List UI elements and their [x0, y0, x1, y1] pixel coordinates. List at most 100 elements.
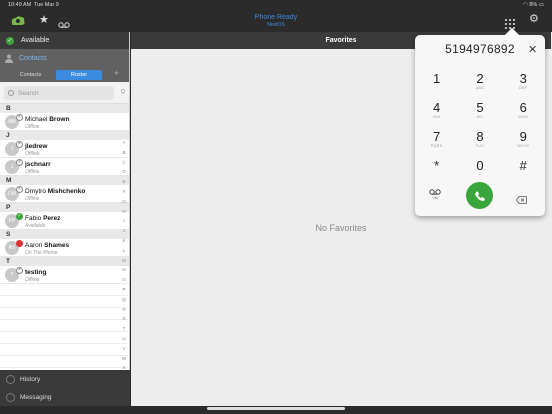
search-input[interactable]: Search [4, 86, 114, 100]
index-letter[interactable]: W [118, 354, 130, 364]
index-letter[interactable]: V [118, 344, 130, 354]
keypad-key[interactable]: 1 [415, 71, 458, 100]
search-placeholder: Search [18, 89, 39, 97]
index-letter[interactable]: O [118, 275, 130, 285]
section-header-letter: M [0, 176, 129, 185]
nav-messaging[interactable]: Messaging [0, 388, 130, 406]
index-letter[interactable]: K [118, 236, 130, 246]
index-letter[interactable]: N [118, 265, 130, 275]
contact-first-name: Michael [25, 116, 50, 123]
contact-last-name: testing [25, 269, 47, 276]
contact-last-name: Brown [49, 116, 70, 123]
nav-history[interactable]: History [0, 370, 130, 388]
backspace-icon [516, 196, 527, 204]
contact-list: B MB × Michael Brown Offline J J × jledrew Offlin… [0, 104, 129, 368]
index-letter[interactable]: A [118, 138, 130, 148]
keypad-key[interactable]: 8 TUV [458, 129, 501, 158]
contact-status-text: Available [25, 223, 46, 229]
status-date: Tue Mar 9 [34, 2, 59, 8]
presence-status-icon: × [16, 114, 23, 121]
index-letter[interactable]: F [118, 187, 130, 197]
home-indicator[interactable] [207, 407, 345, 410]
index-letter[interactable]: M [118, 256, 130, 266]
keypad-key[interactable]: 4 GHI [415, 100, 458, 129]
contact-last-name: jschnarr [25, 161, 51, 168]
battery-level: ◠ 8% ▭ [523, 2, 544, 8]
keypad-key[interactable]: 3 DEF [502, 71, 545, 100]
battery-percent: 8% [529, 2, 538, 8]
backspace-button[interactable] [516, 191, 527, 209]
contact-last-name: Shames [44, 242, 70, 249]
contact-row[interactable]: FP ✓ Fabio Perez Available [0, 212, 129, 230]
keypad-key[interactable]: 6 MNO [502, 100, 545, 129]
keypad-row: 1 2 ABC 3 DEF [415, 71, 545, 100]
key-letters: WXYZ [517, 144, 530, 148]
contact-last-name: jledrew [25, 143, 48, 150]
keypad-key[interactable]: 9 WXYZ [502, 129, 545, 158]
bottom-nav: History Messaging [0, 370, 130, 406]
keypad-row: 7 PQRS 8 TUV 9 WXYZ [415, 129, 545, 158]
contact-name: testing [25, 269, 46, 276]
section-header-letter: S [0, 230, 129, 239]
key-digit: 0 [476, 158, 484, 173]
contact-row[interactable]: DM × Dmytro Mishchenko Offline [0, 185, 129, 203]
segment-contacts[interactable]: Contacts [8, 70, 53, 80]
battery-icon: ▭ [538, 2, 544, 8]
segment-roster[interactable]: Roster [56, 70, 102, 80]
index-letter[interactable]: T [118, 324, 130, 334]
key-digit: 1 [433, 71, 441, 86]
key-letters: JKL [476, 115, 484, 119]
top-toolbar: ★ Phone Ready NextOS ⚙ [0, 10, 552, 32]
contact-row[interactable]: J × jschnarr Offline [0, 158, 129, 176]
clear-number-close-icon[interactable]: ✕ [528, 43, 537, 56]
contact-name: Dmytro Mishchenko [25, 188, 85, 195]
contact-row[interactable]: J × jledrew Offline [0, 140, 129, 158]
index-letter[interactable]: U [118, 334, 130, 344]
call-button[interactable] [466, 182, 493, 209]
index-letter[interactable]: J [118, 226, 130, 236]
empty-favorites-text: No Favorites [315, 223, 367, 233]
keypad-key[interactable]: 5 JKL [458, 100, 501, 129]
index-letter[interactable]: R [118, 305, 130, 315]
keypad-key[interactable]: 2 ABC [458, 71, 501, 100]
contact-status-text: On The Phone [25, 250, 58, 256]
index-letter[interactable]: C [118, 158, 130, 168]
dialer-popover: 5194976892 ✕ 1 2 ABC 3 DEF 4 GHI 5 JKL 6 MNO 7 PQRS 8… [415, 27, 545, 216]
key-digit: 5 [476, 100, 484, 115]
alphabet-index[interactable]: ABCDEFGHIJKLMNOPQRSTUVWXYZ# [118, 138, 130, 403]
contact-status-text: Offline [25, 124, 40, 130]
keypad-key[interactable]: 7 PQRS [415, 129, 458, 158]
contact-first-name: Aaron [25, 242, 45, 249]
settings-gear-icon[interactable]: ⚙ [529, 12, 539, 25]
dialed-number-field[interactable]: 5194976892 [415, 42, 545, 56]
empty-list-row [0, 320, 129, 332]
key-letters: PQRS [430, 144, 443, 148]
index-letter[interactable]: D [118, 167, 130, 177]
voicemail-key[interactable]: VM [429, 189, 441, 200]
index-letter[interactable]: B [118, 148, 130, 158]
contact-last-name: Perez [43, 215, 61, 222]
index-letter[interactable]: S [118, 314, 130, 324]
index-letter-q[interactable]: Q [121, 89, 125, 95]
index-letter[interactable]: P [118, 285, 130, 295]
index-letter[interactable]: H [118, 207, 130, 217]
index-letter[interactable]: E [118, 177, 130, 187]
presence-status-icon: × [16, 267, 23, 274]
presence-selector[interactable]: ✓ Available [0, 32, 129, 49]
index-letter[interactable]: Q [118, 295, 130, 305]
index-letter[interactable]: L [118, 246, 130, 256]
index-letter[interactable]: G [118, 197, 130, 207]
contacts-section-label: Contacts [19, 54, 47, 62]
contact-row[interactable]: AS Aaron Shames On The Phone [0, 239, 129, 257]
contact-row[interactable]: MB × Michael Brown Offline [0, 113, 129, 131]
contact-row[interactable]: T × testing Offline [0, 266, 129, 284]
index-letter[interactable]: I [118, 216, 130, 226]
key-letters: DEF [518, 86, 528, 90]
presence-label: Available [21, 37, 50, 44]
add-contact-icon[interactable]: + [114, 68, 119, 78]
key-letters: MNO [518, 115, 529, 119]
empty-list-row [0, 284, 129, 296]
person-icon [5, 54, 13, 63]
contacts-section-header[interactable]: Contacts [0, 49, 129, 67]
contact-name: Aaron Shames [25, 242, 69, 249]
